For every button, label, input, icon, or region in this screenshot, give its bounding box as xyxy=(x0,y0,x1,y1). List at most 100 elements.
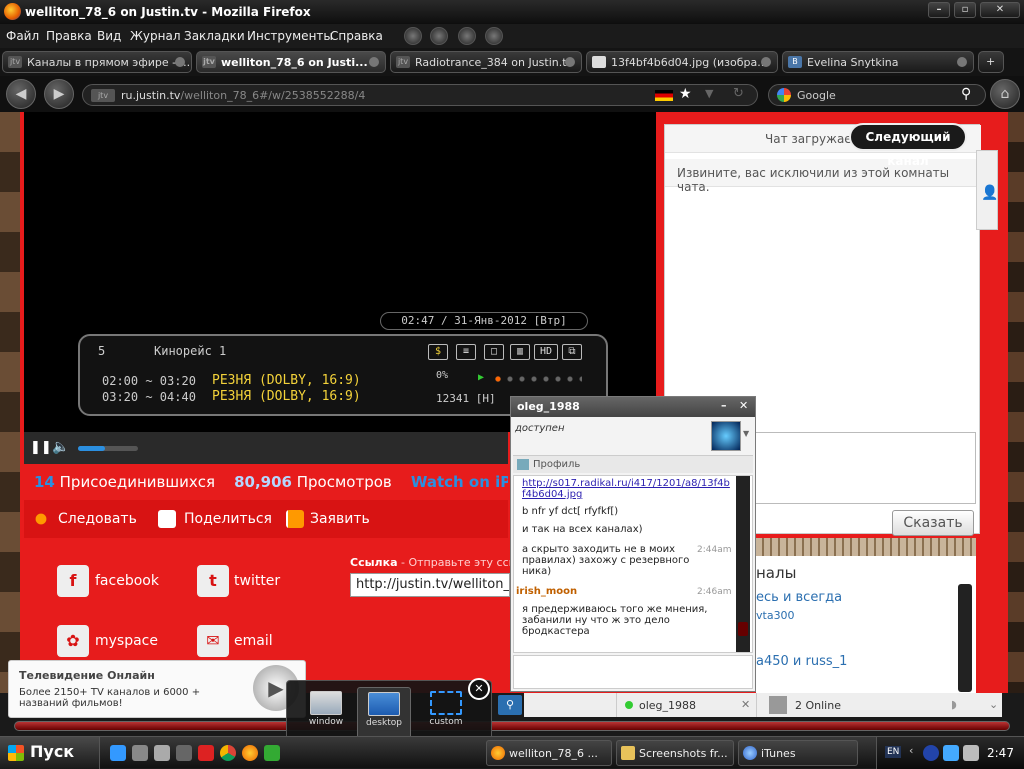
im-profile-bar[interactable]: Профиль xyxy=(513,455,753,473)
share-facebook-link[interactable]: facebook xyxy=(95,573,159,589)
toolbar-save-icon[interactable] xyxy=(485,27,503,45)
tray-expand-icon[interactable]: ‹ xyxy=(909,744,913,757)
toolbar-cut-icon[interactable] xyxy=(404,27,422,45)
im-message-input[interactable] xyxy=(513,655,753,689)
menu-history[interactable]: Журнал xyxy=(130,29,181,43)
tab-live-channels[interactable]: jtv Каналы в прямом эфире - ... xyxy=(2,51,192,73)
share-link-input[interactable]: http://justin.tv/welliton_78 xyxy=(350,573,510,597)
share-myspace-link[interactable]: myspace xyxy=(95,633,158,649)
avatar-dropdown-icon[interactable]: ▼ xyxy=(743,429,749,438)
facebook-icon[interactable]: f xyxy=(57,565,89,597)
toolbar-trash-icon[interactable] xyxy=(458,27,476,45)
site-identity-icon[interactable]: jtv xyxy=(91,89,115,102)
close-button[interactable]: ✕ xyxy=(980,2,1020,18)
dock-im-tab[interactable]: oleg_1988 ✕ xyxy=(616,693,756,717)
tab-vk[interactable]: B Evelina Snytkina xyxy=(782,51,974,73)
quicklaunch-network-icon[interactable] xyxy=(132,745,148,761)
german-flag-icon[interactable] xyxy=(655,90,673,101)
taskbar-explorer[interactable]: Screenshots fr... xyxy=(616,740,734,766)
back-button[interactable]: ◀ xyxy=(6,79,36,109)
reload-icon[interactable]: ↻ xyxy=(733,86,744,101)
quicklaunch-ie-icon[interactable] xyxy=(110,745,126,761)
tab-welliton[interactable]: jtv welliton_78_6 on Justi... xyxy=(196,51,386,73)
tab-close-icon[interactable] xyxy=(369,57,379,67)
minimize-button[interactable]: – xyxy=(928,2,950,18)
quicklaunch-media-icon[interactable] xyxy=(176,745,192,761)
tab-close-icon[interactable] xyxy=(565,57,575,67)
related-scrollbar[interactable] xyxy=(958,584,972,692)
network-tray-icon[interactable] xyxy=(943,745,959,761)
quicklaunch-chrome-icon[interactable] xyxy=(220,745,236,761)
window-titlebar[interactable]: welliton_78_6 on Justin.tv - Mozilla Fir… xyxy=(0,0,1024,24)
related-item-1-sub[interactable]: vta300 xyxy=(756,609,795,622)
tab-close-icon[interactable] xyxy=(957,57,967,67)
pause-icon[interactable]: ❚❚ xyxy=(30,440,52,455)
quicklaunch-firefox-icon[interactable] xyxy=(242,745,258,761)
taskbar-itunes[interactable]: iTunes xyxy=(738,740,858,766)
bookmark-star-icon[interactable]: ★ xyxy=(679,86,692,102)
dock-im-close-icon[interactable]: ✕ xyxy=(741,698,750,711)
im-scroll-thumb[interactable] xyxy=(738,622,748,636)
clock[interactable]: 2:47 xyxy=(987,746,1014,760)
bluetooth-icon[interactable] xyxy=(923,745,939,761)
share-button[interactable]: Поделиться xyxy=(184,511,272,527)
say-button[interactable]: Сказать xyxy=(892,510,974,536)
share-twitter-link[interactable]: twitter xyxy=(234,573,280,589)
language-indicator[interactable]: EN xyxy=(885,746,902,758)
menu-help[interactable]: Справка xyxy=(330,29,383,43)
volume-icon[interactable]: 🔈 xyxy=(52,439,69,455)
tab-radiotrance[interactable]: jtv Radiotrance_384 on Justin.tv xyxy=(390,51,582,73)
menu-view[interactable]: Вид xyxy=(97,29,121,43)
new-tab-button[interactable]: + xyxy=(978,51,1004,73)
rss-icon[interactable]: ◗ xyxy=(951,698,957,711)
menu-file[interactable]: Файл xyxy=(6,29,39,43)
quicklaunch-pdf-icon[interactable] xyxy=(198,745,214,761)
im-message-list[interactable]: http://s017.radikal.ru/i417/1201/a8/13f4… xyxy=(513,475,753,653)
tab-close-icon[interactable] xyxy=(761,57,771,67)
avatar[interactable] xyxy=(711,421,741,451)
horizontal-scroll-thumb[interactable] xyxy=(14,721,1010,731)
google-icon[interactable] xyxy=(777,88,791,102)
volume-tray-icon[interactable] xyxy=(963,745,979,761)
quicklaunch-computer-icon[interactable] xyxy=(154,745,170,761)
search-bar[interactable]: Google ⚲ xyxy=(768,84,986,106)
menu-bookmarks[interactable]: Закладки xyxy=(184,29,245,43)
dock-online-tab[interactable]: 2 Online ◗ ⌄ xyxy=(756,693,1002,717)
dock-search-icon[interactable]: ⚲ xyxy=(498,695,522,715)
next-channel-button[interactable]: Следующий канал xyxy=(849,123,967,168)
forward-button[interactable]: ▶ xyxy=(44,79,74,109)
start-button[interactable]: Пуск xyxy=(0,737,100,769)
related-item-2[interactable]: a450 и russ_1 xyxy=(756,654,847,669)
email-icon[interactable]: ✉ xyxy=(197,625,229,657)
follow-button[interactable]: Следовать xyxy=(58,511,137,527)
tv-online-promo[interactable]: Телевидение Онлайн Более 2150+ TV канало… xyxy=(8,660,306,718)
related-item-1[interactable]: есь и всегда xyxy=(756,590,842,605)
quicklaunch-app-icon[interactable] xyxy=(264,745,280,761)
report-button[interactable]: Заявить xyxy=(310,511,370,527)
maximize-button[interactable]: ▫ xyxy=(954,2,976,18)
home-button[interactable]: ⌂ xyxy=(990,79,1020,109)
tab-close-icon[interactable] xyxy=(175,57,185,67)
dock-collapse-icon[interactable]: ⌄ xyxy=(989,698,998,711)
im-message-link[interactable]: http://s017.radikal.ru/i417/1201/a8/13f4… xyxy=(522,478,732,500)
im-header[interactable]: oleg_1988 – ✕ xyxy=(511,397,755,417)
taskbar-firefox[interactable]: welliton_78_6 ... xyxy=(486,740,612,766)
user-icon[interactable]: 👤 xyxy=(981,185,998,201)
share-email-link[interactable]: email xyxy=(234,633,273,649)
twitter-icon[interactable]: t xyxy=(197,565,229,597)
profile-link[interactable]: Профиль xyxy=(533,459,580,470)
volume-slider[interactable] xyxy=(78,446,138,451)
dropdown-arrow-icon[interactable]: ▼ xyxy=(705,87,713,100)
toolbar-copy-icon[interactable] xyxy=(430,27,448,45)
menu-tools[interactable]: Инструменты xyxy=(247,29,333,43)
search-icon[interactable]: ⚲ xyxy=(961,86,971,102)
menu-edit[interactable]: Правка xyxy=(46,29,92,43)
im-scrollbar[interactable] xyxy=(736,476,750,652)
horizontal-scrollbar[interactable] xyxy=(0,717,1024,735)
myspace-icon[interactable]: ✿ xyxy=(57,625,89,657)
switcher-close-button[interactable]: ✕ xyxy=(468,678,490,700)
im-close-icon[interactable]: ✕ xyxy=(739,399,748,412)
im-minimize-icon[interactable]: – xyxy=(721,399,727,412)
address-bar[interactable]: jtv ru.justin.tv/welliton_78_6#/w/253855… xyxy=(82,84,758,106)
tab-image[interactable]: 13f4bf4b6d04.jpg (изобра... xyxy=(586,51,778,73)
